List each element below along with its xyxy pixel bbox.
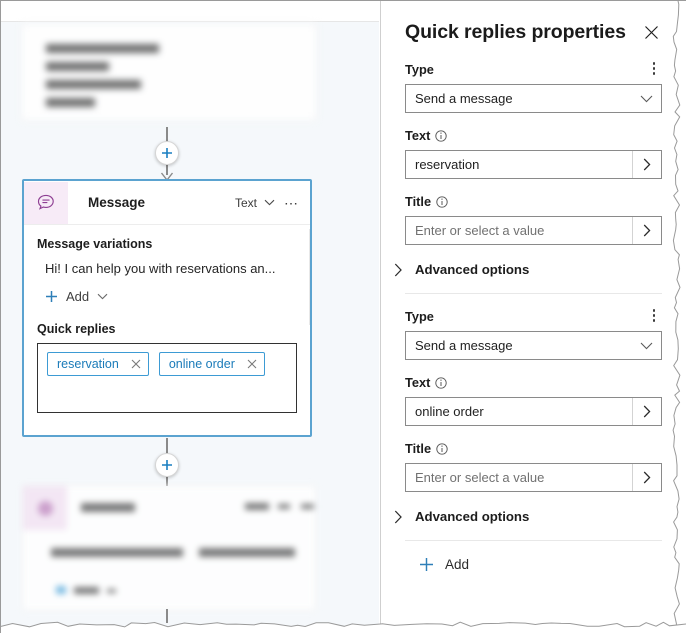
close-icon — [644, 25, 658, 39]
text-label-row: Text — [405, 375, 662, 390]
message-card-body: Message variations Hi! I can help you wi… — [24, 225, 310, 413]
advanced-options-label: Advanced options — [415, 509, 530, 524]
message-card-header-actions: Text ⋯ — [235, 196, 310, 210]
canvas-top-strip — [1, 1, 379, 22]
chevron-down-icon[interactable] — [264, 199, 275, 206]
title-label-row: Title — [405, 194, 662, 209]
add-quick-reply-label: Add — [445, 557, 470, 572]
message-variation-text[interactable]: Hi! I can help you with reservations an.… — [45, 261, 297, 276]
type-select-value: Send a message — [415, 338, 513, 353]
info-icon[interactable] — [435, 376, 448, 389]
kebab-menu-icon[interactable] — [646, 309, 662, 324]
chevron-right-icon[interactable] — [632, 398, 661, 425]
quick-replies-container[interactable]: reservation online order — [37, 343, 297, 413]
type-label: Type — [405, 309, 434, 324]
add-quick-reply-button[interactable]: Add — [419, 557, 662, 572]
advanced-options-toggle[interactable]: Advanced options — [394, 509, 662, 524]
type-select[interactable]: Send a message — [405, 84, 662, 113]
title-input-placeholder: Enter or select a value — [415, 223, 545, 238]
info-icon[interactable] — [436, 442, 448, 455]
chevron-right-icon[interactable] — [632, 151, 661, 178]
info-icon[interactable] — [436, 195, 448, 208]
panel-header: Quick replies properties — [405, 1, 662, 44]
quick-reply-group: Type Send a message Text — [394, 62, 662, 277]
quick-reply-chip-label: reservation — [57, 357, 119, 371]
screenshot-root: Message Text ⋯ Message variations Hi! I … — [0, 0, 686, 633]
chevron-down-icon — [631, 95, 661, 103]
text-label-row: Text — [405, 128, 662, 143]
quick-reply-chip[interactable]: online order — [158, 352, 265, 376]
add-node-below[interactable] — [155, 453, 179, 477]
message-variations-label: Message variations — [37, 237, 153, 251]
type-label: Type — [405, 62, 434, 77]
text-input[interactable]: reservation — [405, 150, 662, 179]
frame-top-border — [0, 0, 686, 1]
title-label: Title — [405, 441, 432, 456]
close-icon[interactable] — [247, 359, 257, 369]
chat-message-icon — [38, 501, 53, 516]
message-card-title: Message — [88, 195, 146, 210]
chevron-right-icon — [394, 510, 402, 523]
quick-reply-chip-label: online order — [168, 357, 235, 371]
properties-panel: Quick replies properties Type Send a mes… — [380, 1, 686, 632]
message-type-label[interactable]: Text — [235, 196, 257, 210]
next-node-blurred[interactable] — [22, 485, 316, 611]
plus-icon — [420, 558, 433, 571]
title-input-placeholder: Enter or select a value — [415, 470, 545, 485]
previous-node-blurred[interactable] — [21, 23, 317, 121]
add-node-above[interactable] — [155, 141, 179, 165]
type-label-row: Type — [405, 62, 662, 77]
chevron-down-icon — [631, 342, 661, 350]
close-icon[interactable] — [131, 359, 141, 369]
type-label-row: Type — [405, 309, 662, 324]
connector-line-tail — [166, 609, 168, 623]
title-input[interactable]: Enter or select a value — [405, 216, 662, 245]
plus-icon — [46, 291, 57, 302]
close-panel-button[interactable] — [640, 21, 662, 43]
type-select[interactable]: Send a message — [405, 331, 662, 360]
quick-reply-chip[interactable]: reservation — [47, 352, 149, 376]
kebab-menu-icon[interactable] — [646, 62, 662, 77]
frame-left-border — [0, 0, 1, 633]
ellipsis-icon[interactable]: ⋯ — [282, 196, 301, 210]
chat-message-icon — [37, 194, 54, 210]
chevron-down-icon — [97, 293, 108, 300]
message-node-card[interactable]: Message Text ⋯ Message variations Hi! I … — [22, 179, 312, 437]
add-divider — [405, 540, 662, 541]
plus-icon — [162, 460, 172, 470]
text-input-value: reservation — [415, 157, 480, 172]
text-input[interactable]: online order — [405, 397, 662, 426]
ghost-icon-cell — [23, 486, 67, 530]
chevron-right-icon[interactable] — [632, 464, 661, 491]
panel-title: Quick replies properties — [405, 21, 626, 43]
chevron-right-icon[interactable] — [632, 217, 661, 244]
title-label: Title — [405, 194, 432, 209]
text-input-value: online order — [415, 404, 484, 419]
authoring-canvas: Message Text ⋯ Message variations Hi! I … — [1, 1, 379, 632]
text-label: Text — [405, 375, 431, 390]
plus-icon — [162, 148, 172, 158]
advanced-options-label: Advanced options — [415, 262, 530, 277]
variations-divider — [309, 229, 310, 325]
title-input[interactable]: Enter or select a value — [405, 463, 662, 492]
chevron-right-icon — [394, 263, 402, 276]
advanced-options-toggle[interactable]: Advanced options — [394, 262, 662, 277]
info-icon[interactable] — [435, 129, 448, 142]
message-card-header: Message Text ⋯ — [24, 181, 310, 225]
message-icon-cell — [24, 181, 68, 224]
text-label: Text — [405, 128, 431, 143]
quick-replies-label: Quick replies — [37, 322, 116, 336]
add-variation-button[interactable]: Add — [45, 289, 297, 304]
title-label-row: Title — [405, 441, 662, 456]
type-select-value: Send a message — [415, 91, 513, 106]
quick-reply-group: Type Send a message Text — [394, 309, 662, 524]
add-variation-label: Add — [66, 289, 90, 304]
group-divider — [405, 293, 662, 294]
